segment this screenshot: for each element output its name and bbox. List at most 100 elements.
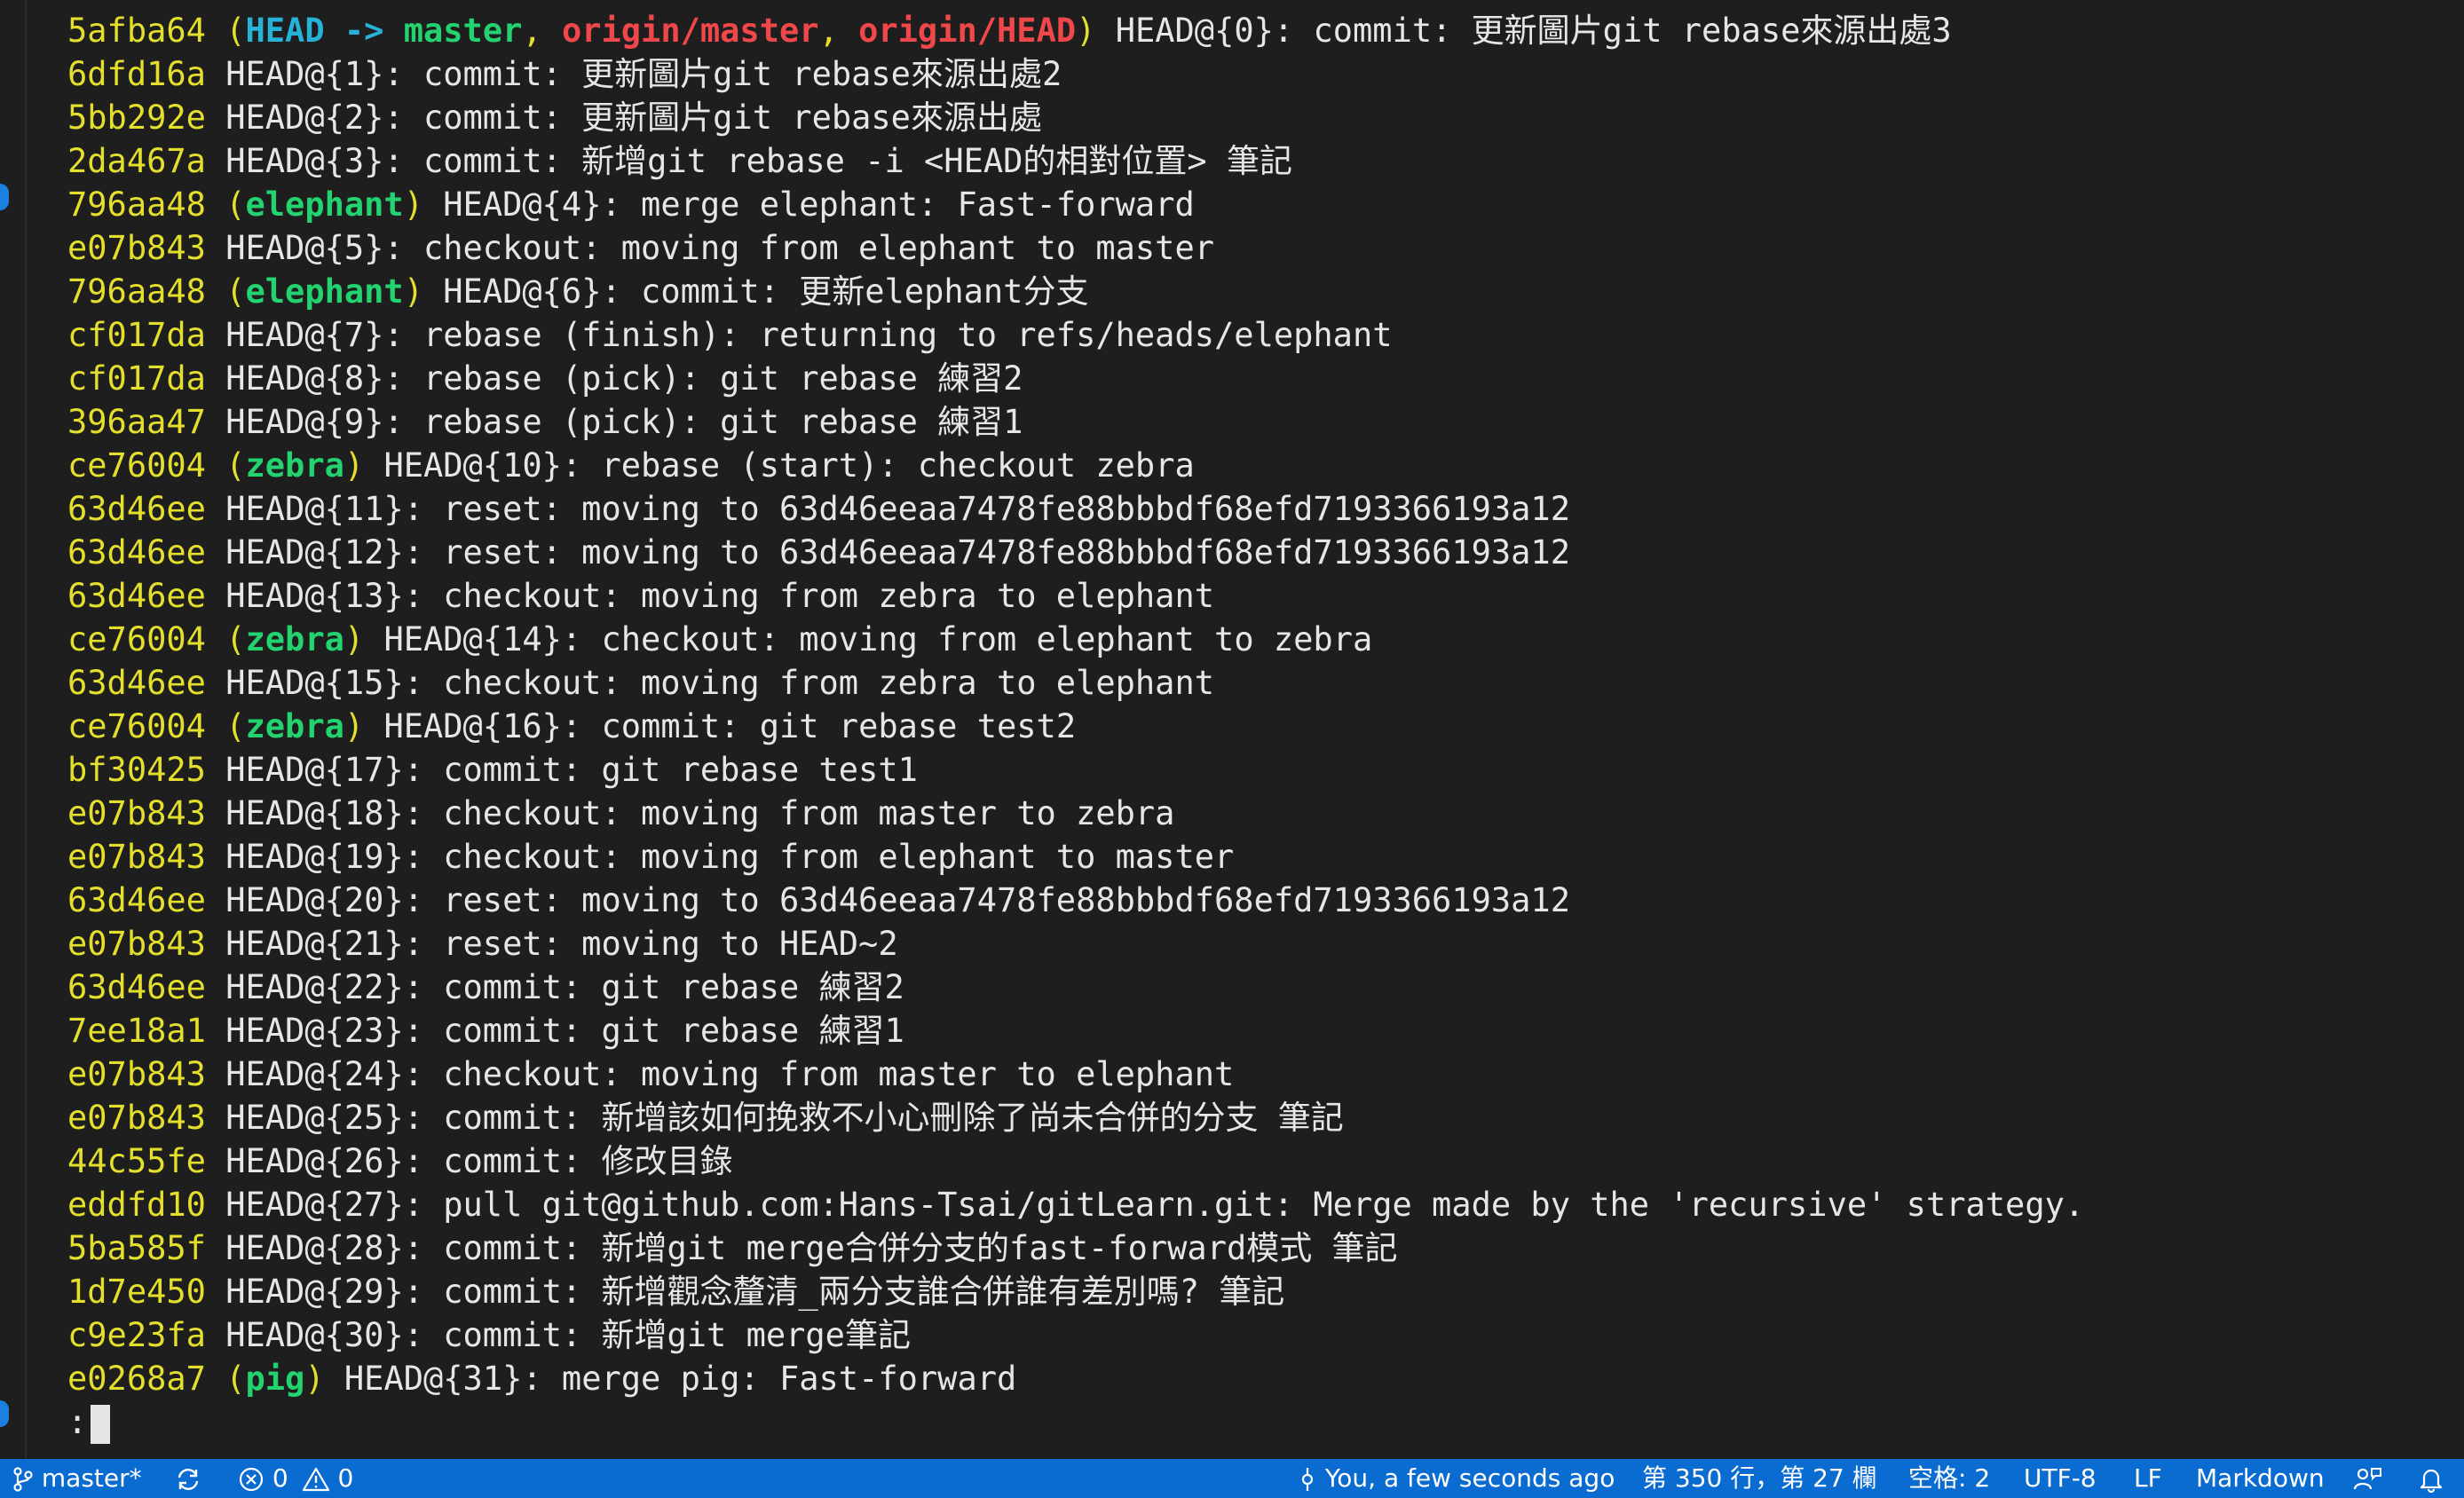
reflog-message: HEAD@{9}: rebase (pick): git rebase 練習1 — [225, 403, 1023, 441]
reflog-message: HEAD@{31}: merge pig: Fast-forward — [344, 1360, 1017, 1398]
bell-icon — [2420, 1469, 2443, 1494]
reflog-message: HEAD@{2}: commit: 更新圖片git rebase來源出處 — [225, 99, 1042, 137]
commit-hash: cf017da — [67, 359, 206, 398]
pager-prompt[interactable]: : — [67, 1400, 2428, 1444]
status-bar: master* 0 0 You, a few seconds ago 第 350… — [0, 1459, 2464, 1498]
reflog-message: HEAD@{11}: reset: moving to 63d46eeaa747… — [225, 490, 1570, 528]
commit-hash: 63d46ee — [67, 664, 206, 702]
branch-ref: elephant — [245, 185, 404, 224]
commit-hash: e07b843 — [67, 838, 206, 876]
reflog-line: e07b843 HEAD@{21}: reset: moving to HEAD… — [67, 922, 2428, 966]
language-mode[interactable]: Markdown — [2196, 1459, 2325, 1498]
problems-indicator[interactable]: 0 0 — [238, 1459, 353, 1498]
commit-hash: 44c55fe — [67, 1142, 206, 1180]
reflog-message: HEAD@{18}: checkout: moving from master … — [225, 794, 1175, 832]
git-branch-icon — [13, 1467, 33, 1492]
commit-hash: 1d7e450 — [67, 1273, 206, 1311]
commit-hash: 796aa48 — [67, 272, 206, 311]
reflog-line: e0268a7 (pig) HEAD@{31}: merge pig: Fast… — [67, 1360, 1017, 1398]
branch-ref: master — [403, 12, 523, 50]
commit-hash: 396aa47 — [67, 403, 206, 441]
reflog-line: ce76004 (zebra) HEAD@{10}: rebase (start… — [67, 446, 1195, 485]
reflog-line: 63d46ee HEAD@{20}: reset: moving to 63d4… — [67, 879, 2428, 922]
branch-ref: HEAD -> — [245, 12, 404, 50]
reflog-message: HEAD@{13}: checkout: moving from zebra t… — [225, 577, 1215, 615]
encoding-setting[interactable]: UTF-8 — [2024, 1459, 2097, 1498]
reflog-message: HEAD@{14}: checkout: moving from elephan… — [383, 620, 1373, 658]
gutter-change-marker[interactable] — [0, 1400, 9, 1427]
commit-hash: 7ee18a1 — [67, 1012, 206, 1050]
prompt-text: : — [67, 1403, 88, 1441]
notifications-button[interactable] — [2418, 1459, 2444, 1498]
commit-hash: cf017da — [67, 316, 206, 354]
reflog-line: 396aa47 HEAD@{9}: rebase (pick): git reb… — [67, 400, 2428, 444]
gutter-change-marker[interactable] — [0, 184, 9, 210]
indentation-setting[interactable]: 空格: 2 — [1908, 1459, 1990, 1498]
error-icon — [239, 1467, 264, 1492]
eol-setting[interactable]: LF — [2134, 1459, 2162, 1498]
reflog-message: HEAD@{10}: rebase (start): checkout zebr… — [383, 446, 1195, 485]
commit-hash: 5bb292e — [67, 99, 206, 137]
reflog-line: 7ee18a1 HEAD@{23}: commit: git rebase 練習… — [67, 1009, 2428, 1053]
reflog-line: 44c55fe HEAD@{26}: commit: 修改目錄 — [67, 1139, 2428, 1183]
reflog-message: HEAD@{0}: commit: 更新圖片git rebase來源出處3 — [1115, 12, 1952, 50]
reflog-line: e07b843 HEAD@{18}: checkout: moving from… — [67, 792, 2428, 835]
commit-hash: e0268a7 — [67, 1360, 206, 1398]
reflog-message: HEAD@{8}: rebase (pick): git rebase 練習2 — [225, 359, 1023, 398]
blame-text: You, a few seconds ago — [1324, 1463, 1615, 1493]
commit-hash: 2da467a — [67, 142, 206, 180]
commit-hash: 63d46ee — [67, 881, 206, 919]
reflog-line: 63d46ee HEAD@{12}: reset: moving to 63d4… — [67, 531, 2428, 574]
editor-gutter — [0, 0, 27, 1459]
commit-hash: 63d46ee — [67, 490, 206, 528]
cursor-position[interactable]: 第 350 行，第 27 欄 — [1642, 1459, 1877, 1498]
reflog-message: HEAD@{26}: commit: 修改目錄 — [225, 1142, 733, 1180]
reflog-line: 63d46ee HEAD@{13}: checkout: moving from… — [67, 574, 2428, 618]
reflog-message: HEAD@{29}: commit: 新增觀念釐清_兩分支誰合併誰有差別嗎? 筆… — [225, 1273, 1285, 1311]
feedback-icon — [2353, 1468, 2381, 1490]
reflog-message: HEAD@{20}: reset: moving to 63d46eeaa747… — [225, 881, 1570, 919]
reflog-line: 1d7e450 HEAD@{29}: commit: 新增觀念釐清_兩分支誰合併… — [67, 1270, 2428, 1313]
error-count: 0 — [272, 1463, 288, 1493]
reflog-message: HEAD@{7}: rebase (finish): returning to … — [225, 316, 1393, 354]
sync-button[interactable] — [174, 1459, 202, 1498]
reflog-line: ce76004 (zebra) HEAD@{14}: checkout: mov… — [67, 620, 1373, 658]
reflog-line: 2da467a HEAD@{3}: commit: 新增git rebase -… — [67, 139, 2428, 183]
commit-hash: ce76004 — [67, 446, 206, 485]
reflog-message: HEAD@{27}: pull git@github.com:Hans-Tsai… — [225, 1186, 2085, 1224]
reflog-message: HEAD@{6}: commit: 更新elephant分支 — [443, 272, 1089, 311]
reflog-line: e07b843 HEAD@{19}: checkout: moving from… — [67, 835, 2428, 879]
reflog-line: e07b843 HEAD@{25}: commit: 新增該如何挽救不小心刪除了… — [67, 1096, 2428, 1139]
commit-hash: bf30425 — [67, 751, 206, 789]
reflog-line: 5ba585f HEAD@{28}: commit: 新增git merge合併… — [67, 1226, 2428, 1270]
vscode-window: 5afba64 (HEAD -> master, origin/master, … — [0, 0, 2464, 1498]
reflog-message: HEAD@{23}: commit: git rebase 練習1 — [225, 1012, 904, 1050]
commit-hash: 63d46ee — [67, 533, 206, 572]
reflog-line: c9e23fa HEAD@{30}: commit: 新增git merge筆記 — [67, 1313, 2428, 1357]
reflog-message: HEAD@{17}: commit: git rebase test1 — [225, 751, 918, 789]
commit-hash: 6dfd16a — [67, 55, 206, 93]
reflog-message: HEAD@{22}: commit: git rebase 練習2 — [225, 968, 904, 1006]
reflog-message: HEAD@{12}: reset: moving to 63d46eeaa747… — [225, 533, 1570, 572]
branch-ref: origin/HEAD — [858, 12, 1077, 50]
reflog-message: HEAD@{1}: commit: 更新圖片git rebase來源出處2 — [225, 55, 1062, 93]
reflog-line: e07b843 HEAD@{5}: checkout: moving from … — [67, 226, 2428, 270]
ref-separator: , — [522, 12, 562, 50]
commit-hash: ce76004 — [67, 707, 206, 745]
commit-hash: 63d46ee — [67, 577, 206, 615]
feedback-button[interactable] — [2352, 1459, 2382, 1498]
terminal-reflog-output[interactable]: 5afba64 (HEAD -> master, origin/master, … — [67, 9, 2428, 1444]
commit-hash: c9e23fa — [67, 1316, 206, 1354]
reflog-line: e07b843 HEAD@{24}: checkout: moving from… — [67, 1053, 2428, 1096]
reflog-message: HEAD@{5}: checkout: moving from elephant… — [225, 229, 1215, 267]
ref-separator: , — [818, 12, 859, 50]
branch-indicator[interactable]: master* — [12, 1459, 142, 1498]
branch-ref: elephant — [245, 272, 404, 311]
branch-ref: pig — [245, 1360, 305, 1398]
reflog-message: HEAD@{25}: commit: 新增該如何挽救不小心刪除了尚未合併的分支 … — [225, 1099, 1344, 1137]
reflog-line: 63d46ee HEAD@{15}: checkout: moving from… — [67, 661, 2428, 705]
reflog-message: HEAD@{21}: reset: moving to HEAD~2 — [225, 925, 898, 963]
commit-hash: e07b843 — [67, 925, 206, 963]
git-blame-indicator[interactable]: You, a few seconds ago — [1298, 1459, 1615, 1498]
reflog-message: HEAD@{16}: commit: git rebase test2 — [383, 707, 1077, 745]
